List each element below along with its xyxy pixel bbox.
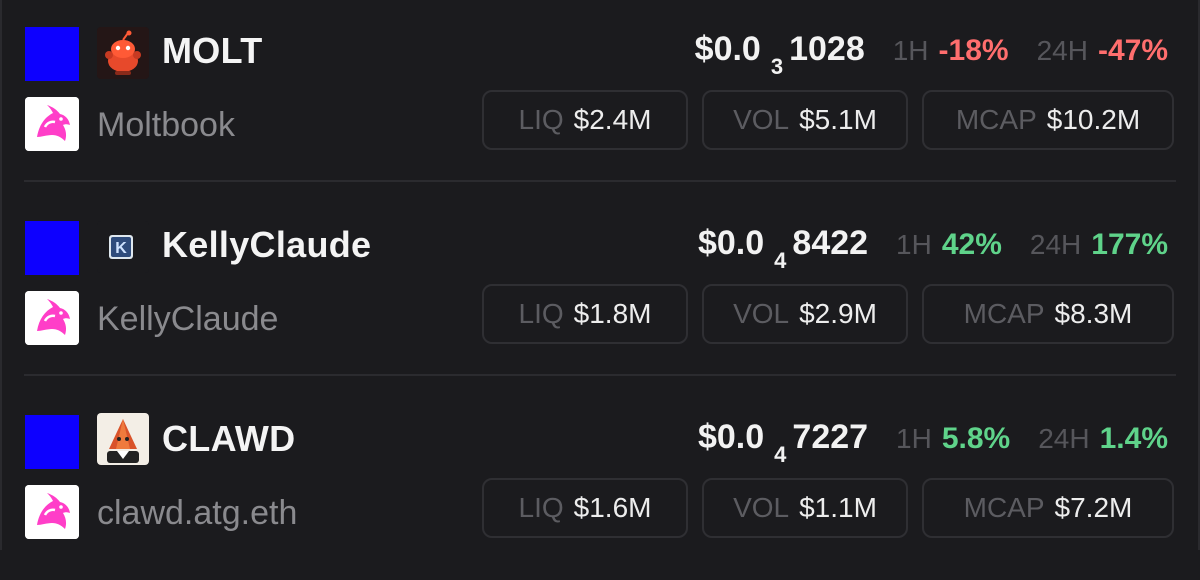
liq-value: $1.6M <box>573 492 652 523</box>
row-divider <box>24 374 1176 376</box>
liquidity-stat: LIQ $1.6M <box>482 478 688 538</box>
h1-label: 1H <box>896 229 932 260</box>
mcap-label: MCAP <box>963 298 1045 329</box>
liq-label: LIQ <box>518 492 564 523</box>
vol-value: $5.1M <box>799 104 877 135</box>
liq-value: $1.8M <box>573 298 652 329</box>
liq-label: LIQ <box>518 104 564 135</box>
liq-value: $2.4M <box>573 104 652 135</box>
mcap-label: MCAP <box>955 104 1037 135</box>
vol-label: VOL <box>733 298 790 329</box>
token-row-molt[interactable]: MOLT $0.0 3 1028 1H -18% 24H -47% Moltbo… <box>0 0 1200 192</box>
vol-value: $1.1M <box>799 492 877 523</box>
vol-value: $2.9M <box>799 298 877 329</box>
chain-icon <box>25 27 79 81</box>
mcap-value: $7.2M <box>1054 492 1133 523</box>
token-name: KellyClaude <box>97 300 279 338</box>
uniswap-unicorn-icon <box>25 485 79 539</box>
price-digits: 7227 <box>792 418 869 456</box>
market-cap-stat: MCAP $8.3M <box>922 284 1174 344</box>
chain-icon <box>25 221 79 275</box>
mcap-value: $8.3M <box>1054 298 1133 329</box>
uniswap-unicorn-icon <box>25 291 79 345</box>
k-letter-icon: K <box>97 221 149 273</box>
token-symbol: MOLT <box>162 30 263 71</box>
token-symbol: KellyClaude <box>162 224 372 265</box>
mcap-label: MCAP <box>963 492 1045 523</box>
vol-label: VOL <box>733 492 790 523</box>
row-divider <box>24 180 1176 182</box>
uniswap-unicorn-icon <box>25 97 79 151</box>
price-digits: 1028 <box>789 30 865 68</box>
token-row-clawd[interactable]: CLAWD $0.0 4 7227 1H 5.8% 24H 1.4% clawd… <box>0 388 1200 580</box>
liquidity-stat: LIQ $2.4M <box>482 90 688 150</box>
h1-label: 1H <box>892 35 929 66</box>
h24-change: -47% <box>1097 34 1168 67</box>
h1-change: 42% <box>941 228 1002 261</box>
price-zero-count: 3 <box>770 54 784 79</box>
token-row-kellyclaude[interactable]: K KellyClaude $0.0 4 8422 1H 42% 24H 177… <box>0 194 1200 386</box>
liquidity-stat: LIQ $1.8M <box>482 284 688 344</box>
price-change-row: $0.0 4 8422 1H 42% 24H 177% <box>697 224 1168 273</box>
h1-label: 1H <box>896 423 932 454</box>
volume-stat: VOL $2.9M <box>702 284 908 344</box>
price-change-row: $0.0 3 1028 1H -18% 24H -47% <box>694 30 1168 79</box>
vol-label: VOL <box>733 104 790 135</box>
price-digits: 8422 <box>792 224 869 262</box>
token-name: Moltbook <box>97 106 235 144</box>
lobster-character-icon <box>97 413 149 465</box>
price-prefix: $0.0 <box>694 30 761 68</box>
h24-change: 177% <box>1091 228 1168 261</box>
volume-stat: VOL $5.1M <box>702 90 908 150</box>
price-change-row: $0.0 4 7227 1H 5.8% 24H 1.4% <box>697 418 1168 467</box>
h24-label: 24H <box>1038 423 1090 454</box>
market-cap-stat: MCAP $7.2M <box>922 478 1174 538</box>
volume-stat: VOL $1.1M <box>702 478 908 538</box>
price-prefix: $0.0 <box>697 418 765 456</box>
price-zero-count: 4 <box>774 248 787 273</box>
svg-text:K: K <box>115 240 127 257</box>
price-zero-count: 4 <box>774 442 787 467</box>
market-cap-stat: MCAP $10.2M <box>922 90 1174 150</box>
mcap-value: $10.2M <box>1046 104 1141 135</box>
price-prefix: $0.0 <box>697 224 765 262</box>
h1-change: 5.8% <box>941 422 1011 455</box>
h24-change: 1.4% <box>1099 422 1168 455</box>
liq-label: LIQ <box>518 298 564 329</box>
h24-label: 24H <box>1029 229 1082 260</box>
reddit-snoo-icon <box>97 27 149 79</box>
token-list: MOLT $0.0 3 1028 1H -18% 24H -47% Moltbo… <box>0 0 1200 550</box>
h1-change: -18% <box>938 34 1009 67</box>
h24-label: 24H <box>1036 35 1088 66</box>
chain-icon <box>25 415 79 469</box>
token-name: clawd.atg.eth <box>97 494 298 532</box>
token-symbol: CLAWD <box>162 418 296 459</box>
